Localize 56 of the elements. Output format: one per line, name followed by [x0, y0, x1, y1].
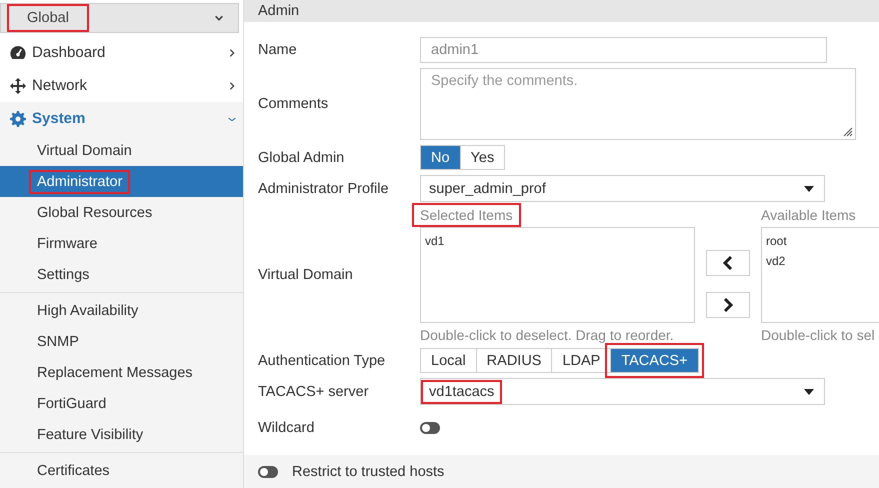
dropdown-select[interactable]: super_admin_prof [420, 175, 825, 202]
field-label: TACACS+ server [258, 384, 370, 400]
nav-subitem[interactable]: Settings [0, 259, 243, 290]
field-label: Authentication Type [258, 352, 386, 368]
field-label: Administrator Profile [258, 180, 390, 196]
list-item[interactable]: root [766, 234, 879, 248]
list-title: Selected Items [412, 203, 521, 227]
field-label: Virtual Domain [258, 267, 354, 283]
caret-down-icon [804, 388, 814, 394]
move-right-button[interactable] [706, 292, 750, 318]
chevron-right-icon [227, 46, 237, 58]
segment-option[interactable]: Yes [460, 145, 506, 170]
dashboard-gauge-icon [10, 46, 26, 59]
placeholder-text: Specify the comments. [431, 73, 578, 89]
move-arrows-icon [10, 78, 26, 94]
available-list[interactable]: root vd2 [761, 227, 879, 323]
nav-subitem[interactable]: Replacement Messages [0, 357, 243, 388]
nav-subitem[interactable]: Virtual Domain [0, 135, 243, 166]
nav-item[interactable]: Network [0, 69, 243, 102]
nav-item[interactable]: Dashboard [0, 36, 243, 69]
toggle-switch[interactable] [258, 466, 278, 478]
nav-subitem[interactable]: Certificates [0, 455, 243, 486]
nav-subitem[interactable]: FortiGuard [0, 388, 243, 419]
nav-subitem[interactable]: SNMP [0, 326, 243, 357]
list-item[interactable]: vd1 [425, 234, 690, 248]
list-item[interactable]: vd2 [766, 254, 879, 268]
toggle-switch[interactable] [420, 422, 440, 434]
selected-list[interactable]: vd1 [420, 227, 695, 323]
chevron-left-icon [723, 256, 733, 270]
toggle-label: Restrict to trusted hosts [292, 464, 444, 480]
field-label: Wildcard [258, 420, 316, 436]
list-title: Available Items [761, 207, 856, 223]
segment-option[interactable]: No [420, 145, 461, 170]
chevron-right-icon [723, 298, 733, 312]
field-label: Name [258, 42, 298, 58]
segment-option[interactable]: RADIUS [476, 348, 552, 373]
nav-subitem[interactable]: Firmware [0, 228, 243, 259]
nav-subitem[interactable]: Feature Visibility [0, 419, 243, 450]
segment-option[interactable]: LDAP [551, 348, 612, 373]
nav-item[interactable]: System [0, 102, 243, 135]
scope-select[interactable]: Global [0, 3, 239, 33]
field-label: Global Admin [258, 150, 346, 166]
caret-down-icon [804, 186, 814, 192]
hint-text: Double-click to deselect. Drag to reorder. [420, 327, 675, 343]
resize-grip-icon [841, 125, 853, 137]
nav-subitem[interactable]: Administrator [0, 166, 243, 197]
field-label: Comments [258, 96, 330, 112]
nav-subitem[interactable]: Global Resources [0, 197, 243, 228]
move-left-button[interactable] [706, 250, 750, 276]
section-header: Admin [244, 0, 879, 22]
chevron-right-icon [227, 80, 237, 92]
dropdown-select[interactable]: vd1tacacs [420, 378, 825, 405]
nav-subitem[interactable]: High Availability [0, 295, 243, 326]
segment-option[interactable]: Local [420, 348, 477, 373]
hint-text: Double-click to sel [761, 327, 876, 343]
gear-icon [10, 110, 26, 126]
